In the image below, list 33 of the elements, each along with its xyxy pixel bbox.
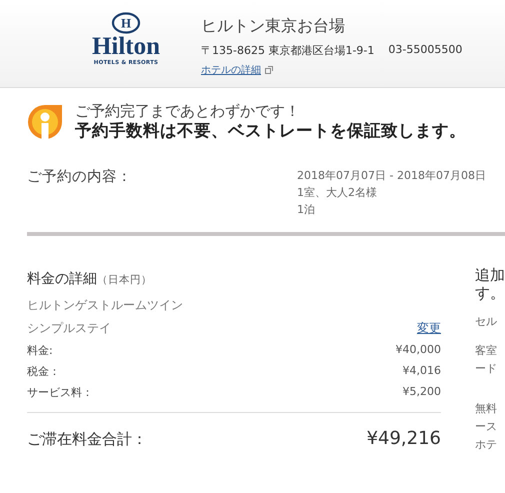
side-text-line: 客室 — [475, 343, 498, 359]
reservation-detail: 1泊 — [297, 202, 316, 218]
reservation-detail: 2018年07月07日 - 2018年07月08日 — [297, 168, 486, 184]
rate-plan: シンプルステイ — [27, 320, 111, 337]
room-type: ヒルトンゲストルームツイン — [27, 297, 184, 314]
side-text-line: 無料 — [475, 401, 498, 417]
hotel-phone: 03-55005500 — [388, 43, 462, 58]
side-heading-line: す。 — [475, 284, 505, 302]
charge-amount: ¥5,200 — [402, 385, 441, 400]
charge-amount: ¥40,000 — [396, 343, 441, 358]
side-text-line: ース — [475, 419, 498, 435]
side-text-line: ード — [475, 361, 498, 377]
side-heading-line: 追加 — [475, 266, 505, 284]
side-text-line: セル — [475, 314, 498, 330]
hotel-address: 〒135-8625 東京都港区台場1-9-1 — [201, 43, 374, 58]
side-text-line: ホテ — [475, 437, 498, 453]
external-window-icon[interactable] — [265, 66, 273, 74]
total-amount: ¥49,216 — [366, 428, 441, 449]
charge-label: サービス料： — [27, 385, 93, 400]
reservation-label: ご予約の内容： — [27, 168, 133, 187]
currency-note: （日本円） — [97, 273, 152, 287]
info-icon — [27, 104, 63, 140]
charge-label: 税金： — [27, 364, 60, 379]
charge-amount: ¥4,016 — [402, 364, 441, 379]
notice-text: ご予約完了まであとわずかです！ — [75, 102, 301, 120]
total-label: ご滞在料金合計： — [27, 430, 147, 449]
hotel-details-link[interactable]: ホテルの詳細 — [201, 63, 261, 77]
notice-headline: 予約手数料は不要、ベストレートを保証致します。 — [75, 120, 466, 142]
price-details-title: 料金の詳細 — [27, 270, 97, 288]
reservation-detail: 1室、大人2名様 — [297, 185, 378, 201]
hotel-name: ヒルトン東京お台場 — [201, 16, 346, 36]
change-link[interactable]: 変更 — [417, 320, 441, 337]
charge-label: 料金: — [27, 343, 53, 358]
